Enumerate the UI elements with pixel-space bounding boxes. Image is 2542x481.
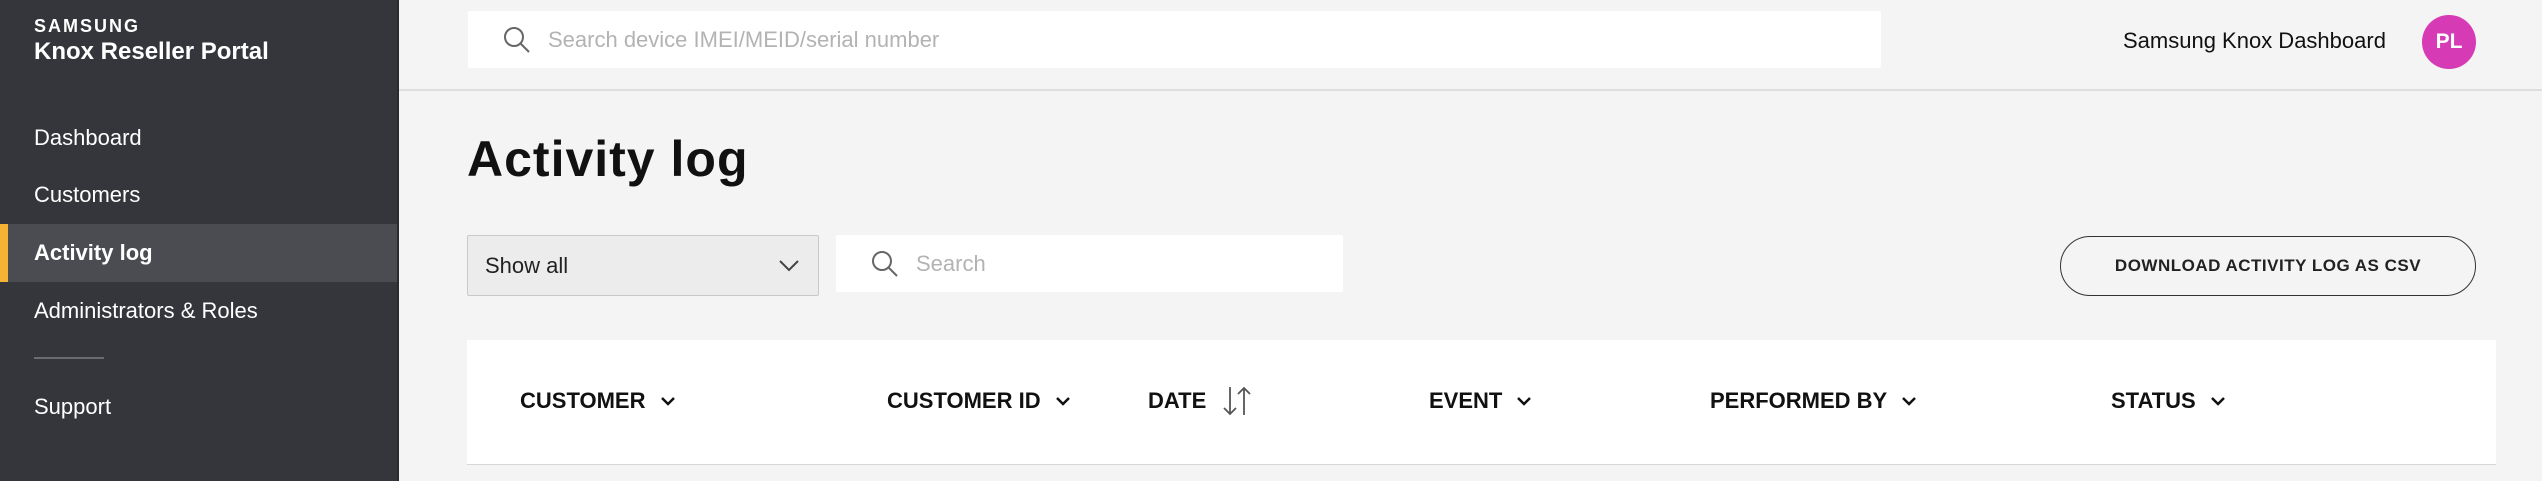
sidebar-item-dashboard[interactable]: Dashboard	[0, 109, 397, 167]
sidebar-item-label: Dashboard	[34, 125, 142, 150]
brand-wordmark: SAMSUNG	[34, 16, 141, 36]
sidebar-item-administrators-roles[interactable]: Administrators & Roles	[0, 282, 397, 340]
column-header-label: PERFORMED BY	[1710, 388, 1888, 413]
brand-product-name[interactable]: Knox Reseller Portal	[34, 38, 269, 66]
chevron-down-icon	[1055, 397, 1070, 406]
sidebar-item-label: Customers	[34, 182, 141, 207]
sidebar-divider	[34, 357, 104, 359]
dashboard-link[interactable]: Samsung Knox Dashboard	[2123, 28, 2386, 54]
sidebar-item-label: Support	[34, 394, 112, 419]
page-title: Activity log	[467, 131, 749, 187]
device-search-bar[interactable]	[468, 11, 1881, 68]
column-header-customer-id[interactable]: CUSTOMER ID	[887, 388, 1071, 414]
column-header-customer[interactable]: CUSTOMER	[520, 388, 676, 414]
search-icon	[504, 26, 530, 53]
activity-search-bar[interactable]	[836, 235, 1343, 292]
chevron-down-icon	[1902, 397, 1917, 406]
chevron-down-icon	[779, 260, 799, 272]
device-search-input[interactable]	[548, 26, 1748, 53]
column-header-date[interactable]: DATE	[1148, 384, 1254, 418]
chevron-down-icon	[660, 397, 675, 406]
search-icon	[872, 250, 898, 277]
sort-icon	[1223, 386, 1251, 416]
user-avatar[interactable]: PL	[2422, 15, 2476, 69]
sidebar-item-customers[interactable]: Customers	[0, 166, 397, 224]
chevron-down-icon	[2210, 397, 2225, 406]
column-header-label: CUSTOMER ID	[887, 388, 1041, 413]
column-header-status[interactable]: STATUS	[2111, 388, 2226, 414]
table-header: CUSTOMER CUSTOMER ID DATE EVENT PERFORME…	[467, 340, 2496, 465]
column-header-label: CUSTOMER	[520, 388, 646, 413]
filter-dropdown[interactable]: Show all	[467, 235, 819, 296]
activity-search-input[interactable]	[916, 250, 1316, 277]
chevron-down-icon	[1517, 397, 1532, 406]
column-header-label: STATUS	[2111, 388, 2196, 413]
column-header-label: DATE	[1148, 388, 1207, 413]
filter-selected-value: Show all	[485, 252, 569, 278]
column-header-label: EVENT	[1429, 388, 1503, 413]
sidebar-item-activity-log[interactable]: Activity log	[0, 224, 397, 282]
sidebar: SAMSUNG Knox Reseller Portal Dashboard C…	[0, 0, 399, 481]
sidebar-item-support[interactable]: Support	[0, 378, 397, 436]
sidebar-item-label: Administrators & Roles	[34, 298, 258, 323]
column-header-performed-by[interactable]: PERFORMED BY	[1710, 388, 1917, 414]
column-header-event[interactable]: EVENT	[1429, 388, 1532, 414]
download-csv-button[interactable]: DOWNLOAD ACTIVITY LOG AS CSV	[2060, 236, 2476, 296]
sidebar-item-label: Activity log	[34, 240, 153, 265]
